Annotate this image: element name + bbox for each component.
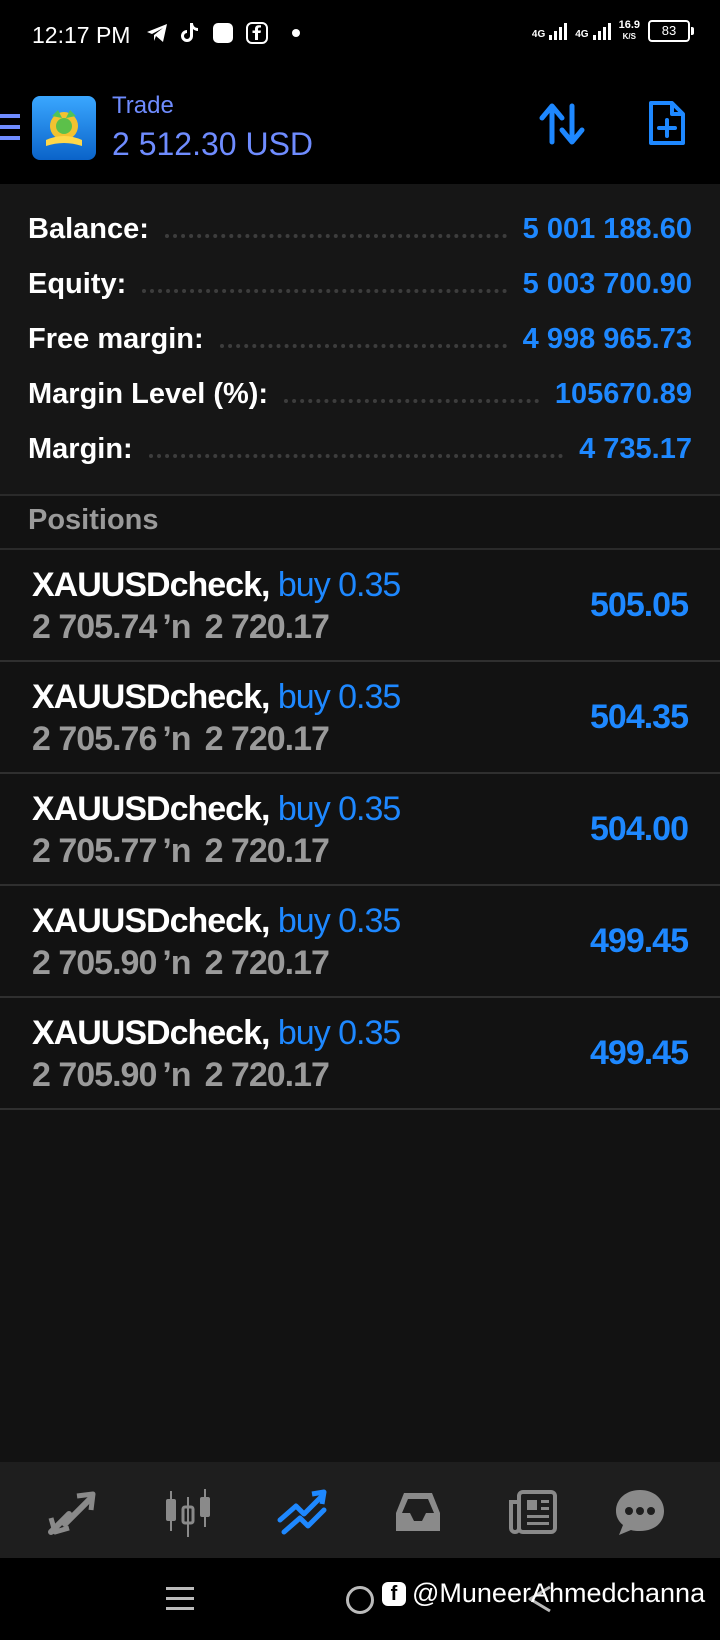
price-arrow: ’n (162, 944, 191, 982)
position-symbol: XAUUSDcheck, (32, 902, 270, 940)
position-open-price: 2 705.90 (32, 944, 157, 982)
position-row[interactable]: XAUUSDcheck, buy 0.35 2 705.90’n 2 720.17… (0, 998, 720, 1110)
status-bar: 12:17 PM 4G 4G 16.9 K/S 83 (0, 0, 720, 72)
position-row[interactable]: XAUUSDcheck, buy 0.35 2 705.74’n 2 720.17… (0, 550, 720, 662)
signal-icon: 4G (532, 22, 568, 40)
telegram-icon (146, 23, 168, 43)
position-symbol: XAUUSDcheck, (32, 678, 270, 716)
position-open-price: 2 705.90 (32, 1056, 157, 1094)
position-type: buy 0.35 (277, 790, 401, 828)
metatrader-logo-icon (32, 96, 96, 160)
price-arrow: ’n (162, 1056, 191, 1094)
watermark: f @MuneerAhmedchanna (382, 1578, 705, 1609)
position-type: buy 0.35 (277, 566, 401, 604)
summary-row-balance: Balance: 5 001 188.60 (28, 212, 692, 245)
home-icon[interactable] (346, 1586, 374, 1614)
summary-row-margin: Margin: 4 735.17 (28, 432, 692, 465)
app-notification-icon (212, 22, 234, 44)
price-arrow: ’n (162, 720, 191, 758)
position-open-price: 2 705.76 (32, 720, 157, 758)
chat-icon[interactable] (612, 1484, 668, 1540)
position-profit: 499.45 (590, 1034, 689, 1072)
position-open-price: 2 705.77 (32, 832, 157, 870)
position-current-price: 2 720.17 (204, 720, 330, 758)
position-open-price: 2 705.74 (32, 608, 157, 646)
position-type: buy 0.35 (277, 902, 401, 940)
bottom-navigation (0, 1462, 720, 1558)
system-navigation-bar: f @MuneerAhmedchanna (0, 1558, 720, 1640)
profit-total: 2 512.30 USD (112, 126, 314, 162)
recent-apps-icon[interactable] (166, 1584, 194, 1617)
new-order-icon[interactable] (648, 100, 686, 151)
facebook-icon (246, 22, 268, 44)
tiktok-icon (180, 22, 200, 44)
position-type: buy 0.35 (277, 1014, 401, 1052)
position-profit: 499.45 (590, 922, 689, 960)
position-row[interactable]: XAUUSDcheck, buy 0.35 2 705.90’n 2 720.17… (0, 886, 720, 998)
position-profit: 505.05 (590, 586, 689, 624)
position-symbol: XAUUSDcheck, (32, 790, 270, 828)
facebook-logo-icon: f (382, 1581, 406, 1606)
position-current-price: 2 720.17 (204, 944, 330, 982)
summary-row-free-margin: Free margin: 4 998 965.73 (28, 322, 692, 355)
hamburger-menu-icon[interactable] (0, 112, 20, 147)
battery-icon: 83 (648, 20, 694, 42)
position-type: buy 0.35 (277, 678, 401, 716)
position-profit: 504.00 (590, 810, 689, 848)
position-current-price: 2 720.17 (204, 832, 330, 870)
position-row[interactable]: XAUUSDcheck, buy 0.35 2 705.77’n 2 720.17… (0, 774, 720, 886)
history-icon[interactable] (390, 1484, 446, 1540)
trade-icon[interactable] (275, 1484, 331, 1540)
position-symbol: XAUUSDcheck, (32, 566, 270, 604)
positions-header: Positions (0, 496, 720, 550)
page-title: Trade (112, 92, 174, 119)
app-bar: Trade 2 512.30 USD (0, 72, 720, 184)
price-arrow: ’n (162, 832, 191, 870)
system-indicators: 4G 4G 16.9 K/S 83 (532, 19, 694, 42)
position-profit: 504.35 (590, 698, 689, 736)
account-summary: Balance: 5 001 188.60 Equity: 5 003 700.… (0, 184, 720, 496)
position-current-price: 2 720.17 (204, 608, 330, 646)
position-row[interactable]: XAUUSDcheck, buy 0.35 2 705.76’n 2 720.17… (0, 662, 720, 774)
news-icon[interactable] (505, 1484, 561, 1540)
summary-row-margin-level: Margin Level (%): 105670.89 (28, 377, 692, 410)
quotes-icon[interactable] (45, 1484, 101, 1540)
position-symbol: XAUUSDcheck, (32, 1014, 270, 1052)
chart-icon[interactable] (160, 1484, 216, 1540)
position-current-price: 2 720.17 (204, 1056, 330, 1094)
status-time: 12:17 PM (32, 22, 131, 48)
notification-icons (146, 22, 300, 44)
summary-row-equity: Equity: 5 003 700.90 (28, 267, 692, 300)
sort-icon[interactable] (538, 102, 586, 151)
signal-icon-2: 4G (575, 22, 611, 40)
price-arrow: ’n (162, 608, 191, 646)
more-notifications-dot (292, 29, 300, 37)
network-speed: 16.9 K/S (618, 19, 640, 42)
